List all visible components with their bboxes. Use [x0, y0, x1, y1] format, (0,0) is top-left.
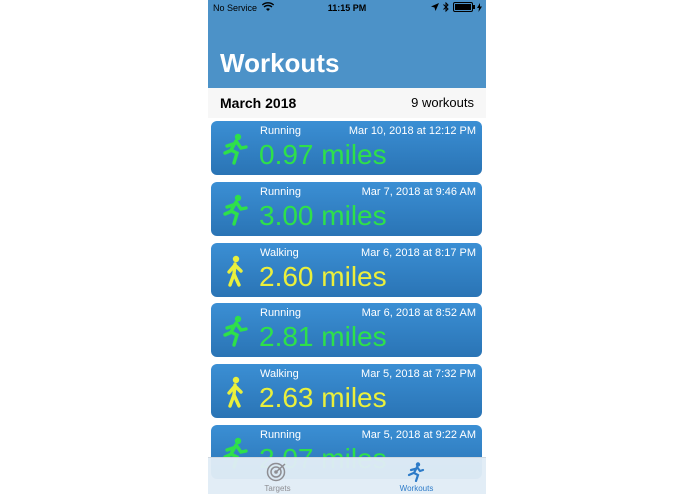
- workout-date: Mar 10, 2018 at 12:12 PM: [348, 125, 476, 137]
- section-month: March 2018: [220, 95, 297, 111]
- workout-type: Running: [260, 186, 301, 198]
- running-icon: [407, 462, 425, 482]
- tab-bar: Targets Workouts: [208, 457, 486, 494]
- workout-distance: 2.63 miles: [259, 382, 387, 413]
- location-icon: [431, 3, 439, 11]
- tab-workouts[interactable]: Workouts: [347, 458, 486, 494]
- workout-date: Mar 6, 2018 at 8:17 PM: [361, 247, 476, 259]
- workout-date: Mar 5, 2018 at 9:22 AM: [361, 429, 476, 441]
- workout-type: Running: [260, 429, 301, 441]
- tab-label: Targets: [264, 484, 291, 493]
- walking-icon: [227, 376, 243, 408]
- bluetooth-icon: [443, 2, 449, 12]
- page-title: Workouts: [220, 48, 340, 78]
- charging-icon: [477, 2, 482, 12]
- workout-card[interactable]: Running Mar 7, 2018 at 9:46 AM 3.00 mile…: [211, 182, 482, 236]
- status-bar: No Service 11:15 PM: [208, 0, 486, 16]
- workout-distance: 3.00 miles: [259, 200, 387, 231]
- workout-type: Running: [260, 125, 301, 137]
- battery-icon: [453, 2, 475, 12]
- workout-card[interactable]: Walking Mar 6, 2018 at 8:17 PM 2.60 mile…: [211, 243, 482, 297]
- workout-distance: 2.81 miles: [259, 321, 387, 352]
- workout-type: Walking: [260, 368, 299, 380]
- section-count: 9 workouts: [411, 95, 474, 110]
- running-icon: [223, 194, 248, 226]
- section-header: March 2018 9 workouts: [208, 88, 486, 118]
- workout-date: Mar 7, 2018 at 9:46 AM: [361, 186, 476, 198]
- workout-type: Running: [260, 307, 301, 319]
- walking-icon: [227, 255, 243, 287]
- workout-distance: 0.97 miles: [259, 139, 387, 170]
- nav-header: No Service 11:15 PM Workouts: [208, 0, 486, 88]
- workout-distance: 2.60 miles: [259, 261, 387, 292]
- workout-card[interactable]: Walking Mar 5, 2018 at 7:32 PM 2.63 mile…: [211, 364, 482, 418]
- tab-label: Workouts: [399, 484, 434, 493]
- workout-type: Walking: [260, 247, 299, 259]
- target-icon: [266, 462, 286, 482]
- tab-targets[interactable]: Targets: [208, 458, 347, 494]
- workout-card[interactable]: Running Mar 6, 2018 at 8:52 AM 2.81 mile…: [211, 303, 482, 357]
- phone-screen: No Service 11:15 PM Workouts March 2018 …: [208, 0, 486, 494]
- workout-date: Mar 5, 2018 at 7:32 PM: [361, 368, 476, 380]
- status-right-icons: [431, 2, 482, 12]
- workout-card[interactable]: Running Mar 10, 2018 at 12:12 PM 0.97 mi…: [211, 121, 482, 175]
- running-icon: [223, 133, 248, 165]
- running-icon: [223, 315, 248, 347]
- workout-date: Mar 6, 2018 at 8:52 AM: [361, 307, 476, 319]
